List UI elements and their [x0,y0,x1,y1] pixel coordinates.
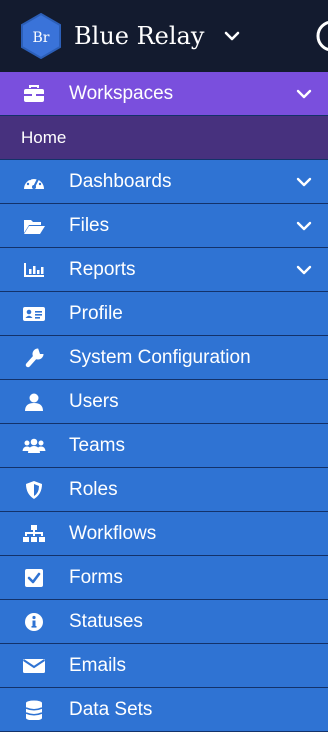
nav-item-workflows[interactable]: Workflows [0,512,328,556]
user-menu-icon[interactable] [313,17,328,55]
nav-item-label: Workflows [69,523,157,544]
app-name[interactable]: Blue Relay [74,22,204,50]
nav-item-home[interactable]: Home [0,116,328,160]
nav-item-label: Home [21,128,67,147]
folder-open-icon [24,220,45,234]
nav-item-label: Dashboards [69,171,172,192]
check-square-icon [25,569,43,587]
nav-item-label: Profile [69,303,123,324]
envelope-icon [22,659,46,673]
nav-item-emails[interactable]: Emails [0,644,328,688]
wrench-icon [25,348,44,368]
nav-item-reports[interactable]: Reports [0,248,328,292]
nav-item-files[interactable]: Files [0,204,328,248]
nav-item-label: Roles [69,479,118,500]
nav-item-teams[interactable]: Teams [0,424,328,468]
nav-item-dashboards[interactable]: Dashboards [0,160,328,204]
nav-item-statuses[interactable]: Statuses [0,600,328,644]
sidebar-nav: Workspaces Home Dashboards Files Reports… [0,72,328,732]
chevron-down-icon[interactable] [296,176,312,188]
chevron-down-icon[interactable] [224,30,240,42]
users-icon [22,438,46,453]
app-header: Br Blue Relay [0,0,328,72]
nav-item-label: Forms [69,567,123,588]
nav-item-profile[interactable]: Profile [0,292,328,336]
nav-item-workspaces[interactable]: Workspaces [0,72,328,116]
nav-item-label: System Configuration [69,347,251,368]
gauge-icon [24,177,44,189]
logo-icon: Br [21,13,61,59]
id-card-icon [23,307,45,321]
database-icon [25,700,43,720]
briefcase-icon [24,85,44,102]
logo-text: Br [33,30,50,46]
nav-item-system-configuration[interactable]: System Configuration [0,336,328,380]
info-circle-icon [25,613,43,631]
nav-item-roles[interactable]: Roles [0,468,328,512]
nav-item-label: Reports [69,259,136,280]
nav-item-label: Files [69,215,110,236]
bar-chart-icon [24,263,44,277]
nav-item-label: Emails [69,655,127,676]
chevron-down-icon[interactable] [296,264,312,276]
chevron-down-icon[interactable] [296,88,312,100]
nav-item-label: Workspaces [69,83,174,104]
chevron-down-icon[interactable] [296,220,312,232]
nav-item-data-sets[interactable]: Data Sets [0,688,328,732]
nav-item-label: Teams [69,435,125,456]
nav-item-users[interactable]: Users [0,380,328,424]
nav-item-forms[interactable]: Forms [0,556,328,600]
shield-icon [26,481,42,499]
nav-item-label: Users [69,391,119,412]
nav-item-label: Statuses [69,611,143,632]
user-icon [25,393,43,411]
sitemap-icon [23,525,45,542]
